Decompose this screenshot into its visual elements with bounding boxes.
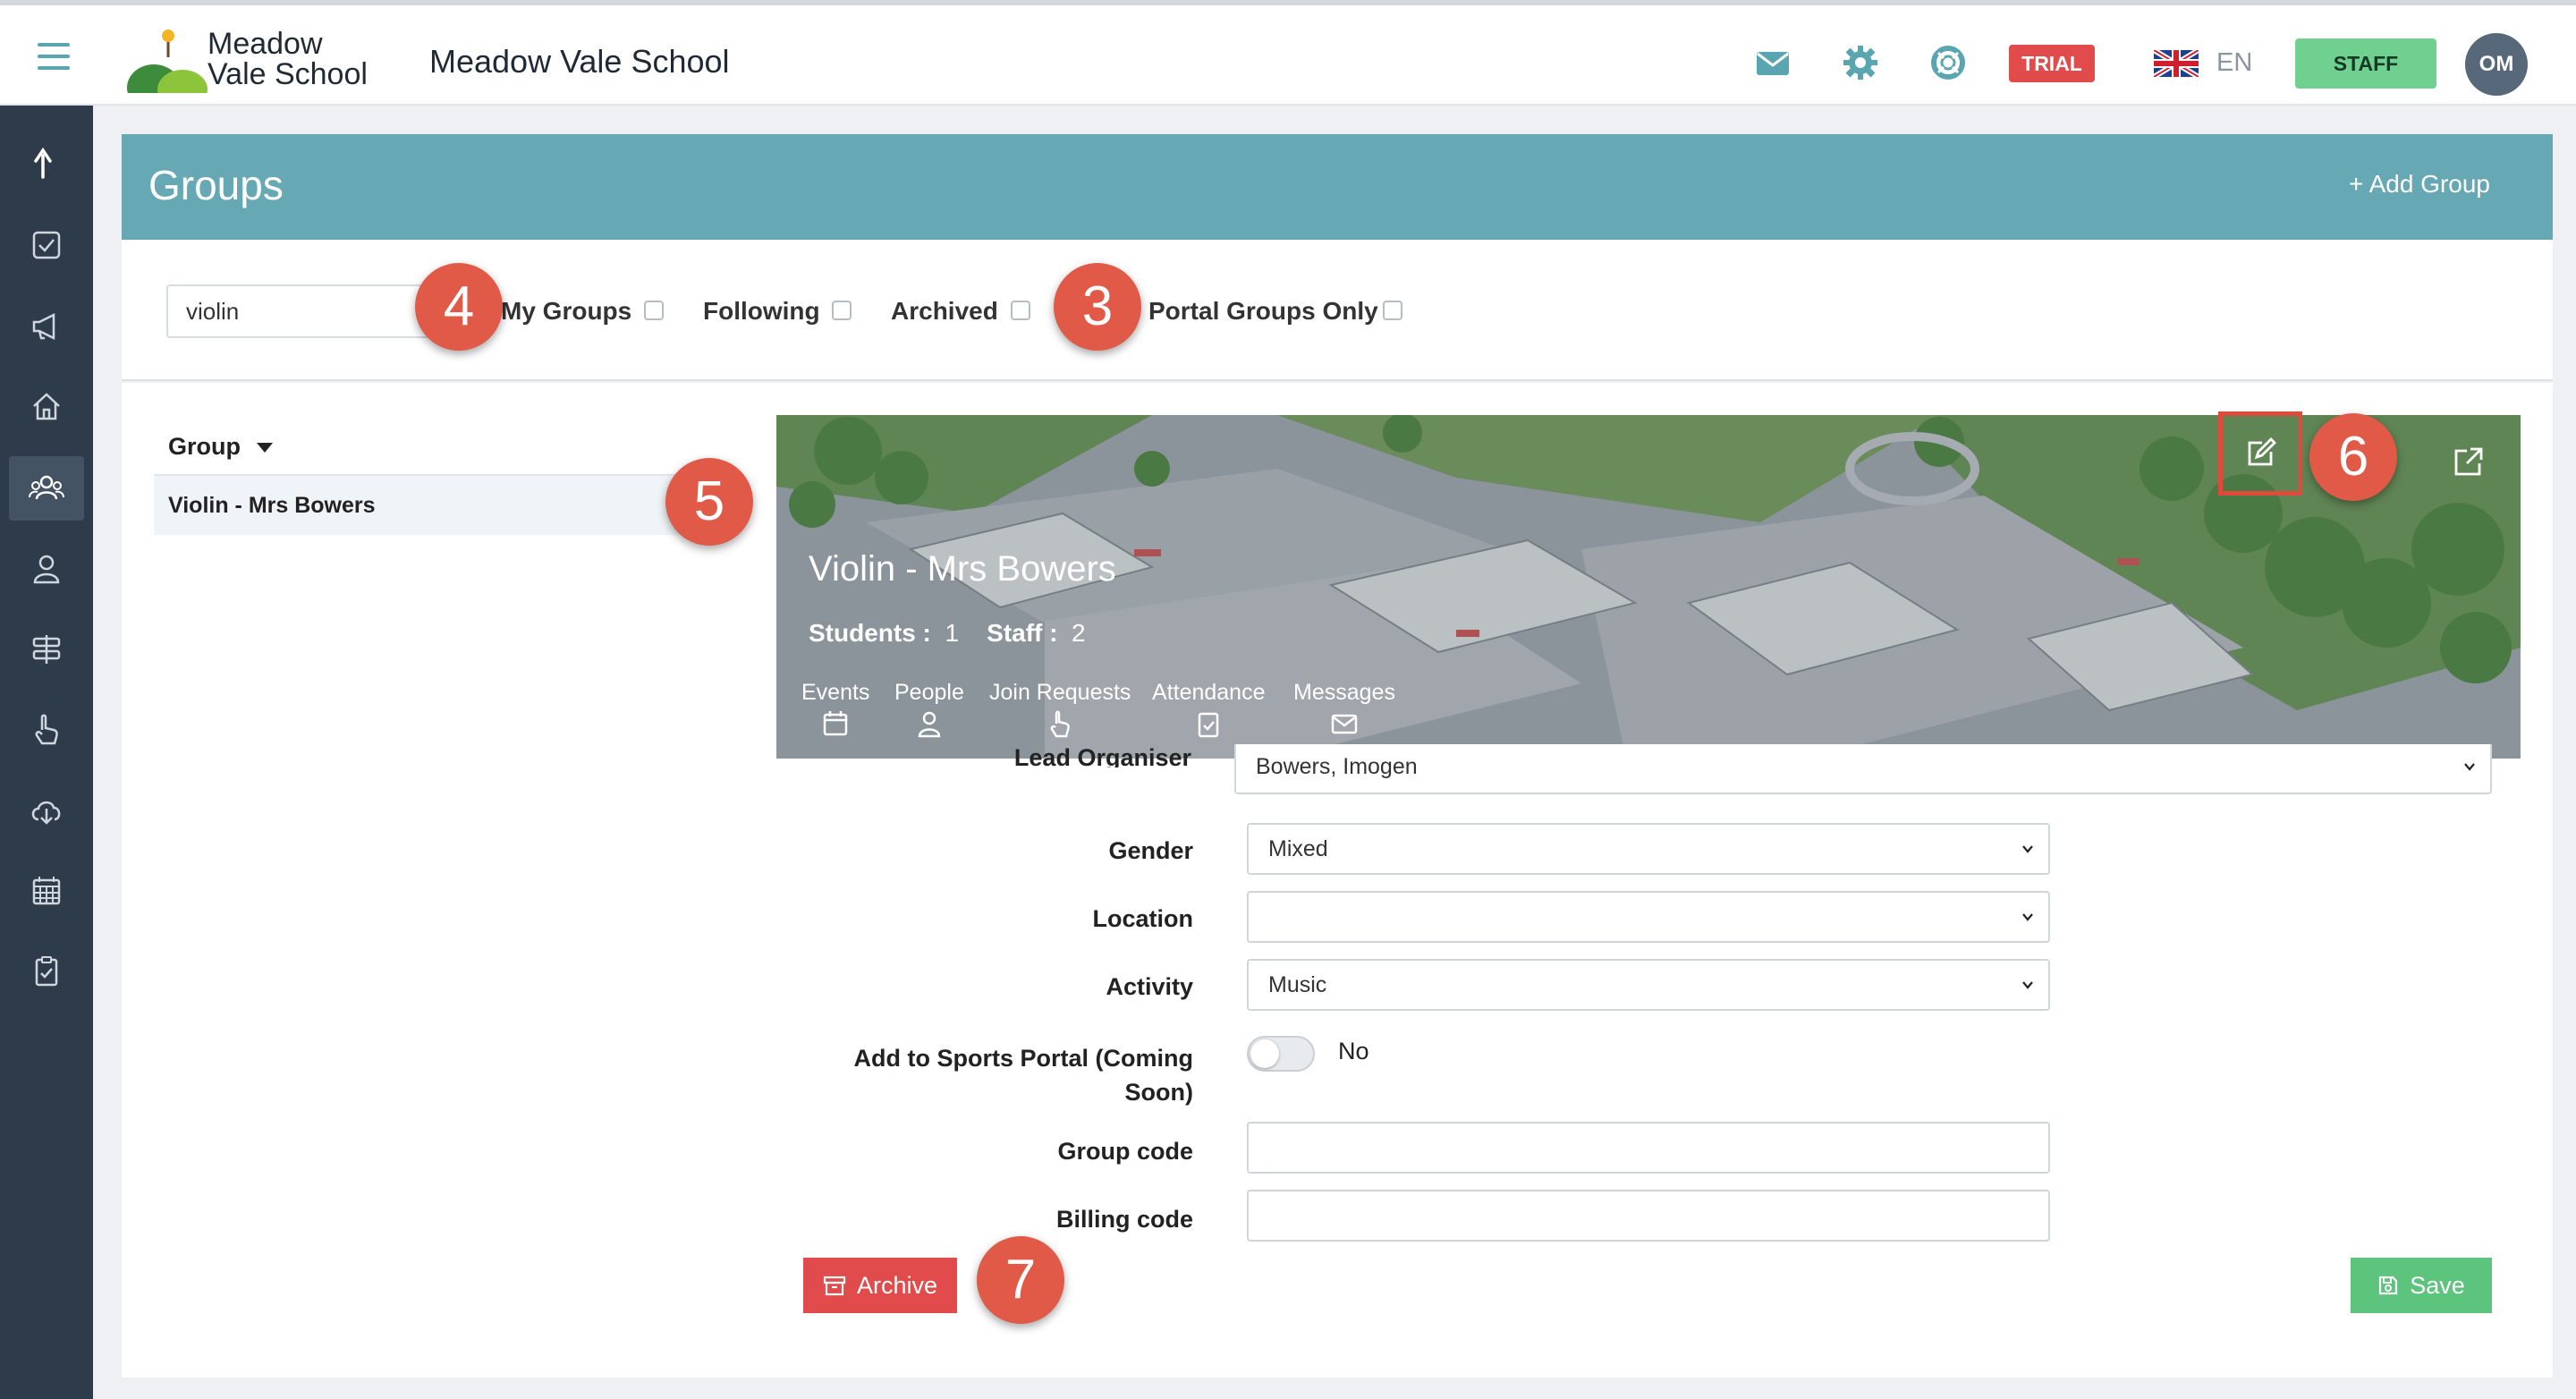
chevron-down-icon bbox=[2464, 763, 2475, 771]
my-groups-checkbox[interactable] bbox=[644, 301, 664, 320]
add-group-button[interactable]: + Add Group bbox=[2349, 170, 2490, 199]
group-name-title: Violin - Mrs Bowers bbox=[809, 549, 1116, 589]
help-lifebuoy-icon[interactable] bbox=[1930, 45, 1966, 81]
chevron-down-icon bbox=[2022, 913, 2033, 921]
floppy-save-icon bbox=[2379, 1276, 2398, 1295]
group-counts: Students : 1 Staff : 2 bbox=[809, 619, 1086, 647]
language-selector[interactable]: EN bbox=[2216, 48, 2252, 78]
cloud-download-icon bbox=[31, 801, 61, 825]
tab-join-requests[interactable]: Join Requests bbox=[989, 680, 1131, 738]
sidebar-item-clipboard[interactable] bbox=[9, 939, 84, 1004]
billing-code-label: Billing code bbox=[1055, 1206, 1193, 1233]
trial-badge: TRIAL bbox=[2009, 45, 2095, 82]
portal-groups-only-checkbox[interactable] bbox=[1383, 301, 1402, 320]
sidebar-item-calendar[interactable] bbox=[9, 859, 84, 923]
tab-people[interactable]: People bbox=[894, 680, 964, 738]
annotation-marker-5: 5 bbox=[665, 458, 753, 546]
gear-icon[interactable] bbox=[1843, 45, 1878, 81]
clipboard-check-icon bbox=[1199, 712, 1219, 738]
person-icon bbox=[33, 555, 60, 584]
pencil-edit-icon bbox=[2248, 437, 2276, 466]
uk-flag-icon[interactable] bbox=[2154, 50, 2199, 77]
menu-icon[interactable] bbox=[38, 43, 70, 70]
annotation-marker-4: 4 bbox=[415, 263, 503, 351]
lead-organiser-select[interactable]: Bowers, Imogen bbox=[1234, 744, 2492, 794]
location-select[interactable] bbox=[1247, 891, 2050, 943]
group-list: Group Violin - Mrs Bowers bbox=[154, 417, 735, 535]
sidebar-nav bbox=[0, 106, 93, 1399]
logo-text: Meadow Vale School bbox=[208, 27, 368, 91]
sidebar-item-people[interactable] bbox=[9, 537, 84, 601]
lead-organiser-label: Lead Organiser bbox=[1013, 748, 1191, 767]
sports-portal-toggle[interactable] bbox=[1247, 1036, 1315, 1072]
checkbox-icon bbox=[32, 231, 61, 259]
calendar-grid-icon bbox=[32, 877, 61, 905]
following-label: Following bbox=[703, 297, 820, 325]
archived-label: Archived bbox=[891, 297, 998, 325]
page-header bbox=[122, 134, 2553, 240]
billing-code-input[interactable] bbox=[1247, 1190, 2050, 1242]
toggle-knob bbox=[1250, 1039, 1279, 1068]
envelope-icon bbox=[1331, 714, 1358, 734]
gender-select[interactable]: Mixed bbox=[1247, 823, 2050, 875]
edit-group-button[interactable] bbox=[2218, 411, 2302, 496]
arrow-up-icon bbox=[34, 147, 52, 179]
sidebar-item-back[interactable] bbox=[9, 131, 84, 195]
group-list-item[interactable]: Violin - Mrs Bowers bbox=[154, 476, 735, 535]
person-icon bbox=[918, 711, 941, 738]
activity-select[interactable]: Music bbox=[1247, 959, 2050, 1011]
sort-caret-icon bbox=[257, 443, 273, 454]
archive-box-icon bbox=[823, 1276, 846, 1296]
school-name: Meadow Vale School bbox=[429, 43, 730, 80]
group-code-label: Group code bbox=[1057, 1138, 1193, 1165]
logo-hills-icon bbox=[127, 30, 208, 111]
signpost-icon bbox=[32, 635, 61, 664]
tab-messages[interactable]: Messages bbox=[1293, 680, 1395, 738]
chevron-down-icon bbox=[2022, 981, 2033, 989]
save-button[interactable]: Save bbox=[2351, 1258, 2492, 1313]
sidebar-item-signpost[interactable] bbox=[9, 617, 84, 682]
location-label: Location bbox=[1092, 905, 1194, 932]
activity-label: Activity bbox=[1106, 973, 1193, 1000]
sports-portal-label: Add to Sports Portal (Coming Soon) bbox=[853, 1045, 1193, 1106]
home-icon bbox=[33, 393, 60, 420]
archive-button[interactable]: Archive bbox=[803, 1258, 957, 1313]
archived-checkbox[interactable] bbox=[1011, 301, 1030, 320]
annotation-marker-6: 6 bbox=[2309, 413, 2397, 501]
groups-icon bbox=[29, 475, 64, 500]
hand-pointer-icon bbox=[1050, 710, 1071, 738]
portal-groups-only-label: Portal Groups Only bbox=[1148, 297, 1378, 325]
tab-events[interactable]: Events bbox=[801, 680, 869, 738]
user-avatar[interactable]: OM bbox=[2465, 33, 2528, 96]
page-title: Groups bbox=[148, 162, 284, 208]
tab-attendance[interactable]: Attendance bbox=[1152, 680, 1266, 738]
clipboard-check-icon bbox=[35, 956, 58, 987]
hand-pointer-icon bbox=[35, 714, 58, 745]
top-bar: Meadow Vale School Meadow Vale School TR… bbox=[0, 0, 2576, 111]
group-code-input[interactable] bbox=[1247, 1122, 2050, 1174]
annotation-marker-7: 7 bbox=[977, 1236, 1064, 1324]
sidebar-item-requests[interactable] bbox=[9, 698, 84, 762]
group-column-header[interactable]: Group bbox=[154, 417, 735, 476]
open-external-icon[interactable] bbox=[2453, 447, 2483, 478]
sidebar-item-home[interactable] bbox=[9, 374, 84, 438]
group-search-input[interactable] bbox=[166, 284, 435, 338]
role-badge-staff[interactable]: STAFF bbox=[2295, 38, 2436, 89]
annotation-marker-3: 3 bbox=[1054, 263, 1141, 351]
chevron-down-icon bbox=[2022, 845, 2033, 853]
following-checkbox[interactable] bbox=[832, 301, 852, 320]
sidebar-item-groups[interactable] bbox=[9, 456, 84, 521]
sports-portal-toggle-value: No bbox=[1338, 1038, 1369, 1064]
mail-icon[interactable] bbox=[1755, 45, 1791, 81]
calendar-icon bbox=[823, 711, 848, 736]
sidebar-item-tasks[interactable] bbox=[9, 213, 84, 277]
sidebar-item-announcements[interactable] bbox=[9, 293, 84, 358]
my-groups-label: My Groups bbox=[501, 297, 632, 325]
sidebar-item-downloads[interactable] bbox=[9, 778, 84, 843]
school-logo[interactable]: Meadow Vale School bbox=[127, 25, 369, 111]
megaphone-icon bbox=[32, 312, 55, 341]
gender-label: Gender bbox=[1108, 837, 1193, 864]
